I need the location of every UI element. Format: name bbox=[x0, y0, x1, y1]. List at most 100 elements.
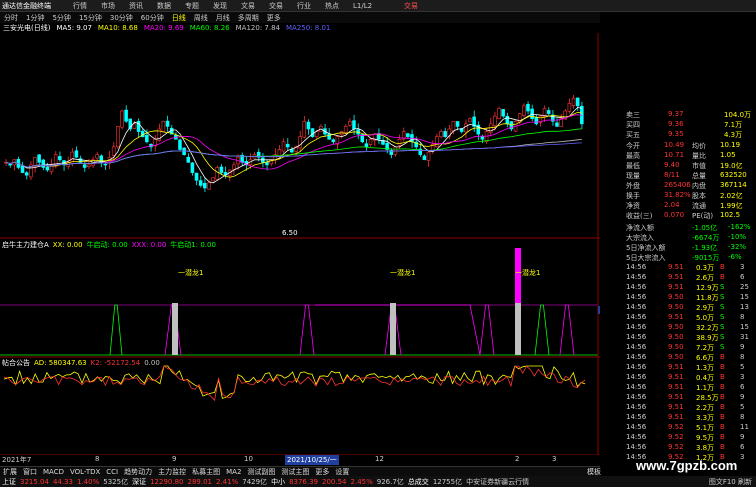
candle-body bbox=[87, 164, 91, 168]
menu-item-industry[interactable]: 行业 bbox=[290, 1, 318, 11]
menu-item-wenyi[interactable]: 文易 bbox=[234, 1, 262, 11]
menu-item-market[interactable]: 市场 bbox=[94, 1, 122, 11]
indicator2-ad2: K2: -52172.54 bbox=[90, 359, 141, 367]
period-1m[interactable]: 1分钟 bbox=[22, 13, 48, 23]
indicator1-panel bbox=[0, 248, 598, 356]
tab-cci[interactable]: CCI bbox=[103, 468, 121, 476]
quote-label: 均价 bbox=[692, 142, 706, 150]
trade-count: 15 bbox=[740, 323, 749, 331]
period-day[interactable]: 日线 bbox=[168, 13, 190, 23]
trade-direction: S bbox=[720, 293, 725, 301]
sz-amount: 7429亿 bbox=[242, 477, 268, 486]
candle-body bbox=[534, 117, 539, 125]
period-fenshi[interactable]: 分时 bbox=[0, 13, 22, 23]
candle-body bbox=[493, 115, 497, 126]
sh-percent: 1.40% bbox=[77, 477, 100, 486]
menu-item-data[interactable]: 数据 bbox=[150, 1, 178, 11]
quote-row: 最低 9.40 市值 19.0亿 bbox=[600, 161, 756, 171]
candle-body bbox=[397, 138, 402, 146]
candle-body bbox=[298, 136, 302, 149]
template-button[interactable]: 模板 bbox=[584, 467, 604, 477]
trade-row: 14:56 9.51 2.6万 B 6 bbox=[600, 273, 756, 283]
trade-count: 3 bbox=[740, 453, 745, 461]
trade-time: 14:56 bbox=[626, 373, 647, 381]
trade-row: 14:56 9.50 6.6万 B 8 bbox=[600, 353, 756, 363]
candle-body bbox=[116, 126, 120, 147]
news-ticker[interactable]: 中安证券新疆云行情 bbox=[464, 477, 531, 487]
tab-vol[interactable]: VOL-TDX bbox=[67, 468, 103, 476]
trade-row: 14:56 9.51 0.3万 B 3 bbox=[600, 263, 756, 273]
date-axis: 2021年7 8 9 10 2021/10/25/一 12 2 3 bbox=[0, 455, 600, 465]
period-30m[interactable]: 30分钟 bbox=[106, 13, 137, 23]
signal-pulse bbox=[109, 304, 123, 356]
tab-macd[interactable]: MACD bbox=[40, 468, 67, 476]
trade-price: 9.51 bbox=[668, 313, 684, 321]
quote-value: 2.04 bbox=[664, 201, 680, 209]
candle-body bbox=[103, 163, 108, 166]
quote-value: 19.0亿 bbox=[720, 162, 743, 170]
menu-item-topic[interactable]: 专题 bbox=[178, 1, 206, 11]
tab-test-main[interactable]: 测试主图 bbox=[278, 467, 312, 477]
signal-tag-2: 一潜龙1 bbox=[390, 269, 416, 277]
trade-price: 9.50 bbox=[668, 353, 684, 361]
menu-item-discover[interactable]: 发现 bbox=[206, 1, 234, 11]
menu-item-hq[interactable]: 行情 bbox=[66, 1, 94, 11]
tab-main-monitor[interactable]: 主力监控 bbox=[155, 467, 189, 477]
trade-volume: 0.4万 bbox=[696, 374, 715, 382]
period-15m[interactable]: 15分钟 bbox=[75, 13, 106, 23]
flow-row: 大宗流入 -6674万 -10% bbox=[600, 233, 756, 243]
period-week[interactable]: 周线 bbox=[190, 13, 212, 23]
trade-row: 14:56 9.51 3.3万 B 8 bbox=[600, 413, 756, 423]
candle-body bbox=[368, 138, 373, 145]
menu-item-news[interactable]: 资讯 bbox=[122, 1, 150, 11]
indicator1-xxx: XXX: 0.00 bbox=[131, 241, 167, 249]
tab-extend[interactable]: 扩展 bbox=[0, 467, 20, 477]
sh-value: 3215.04 bbox=[20, 477, 49, 486]
period-month[interactable]: 月线 bbox=[212, 13, 234, 23]
quote-value: 9.40 bbox=[664, 161, 680, 169]
f10-refresh[interactable]: 图文F10 刷新 bbox=[707, 477, 754, 487]
ma250-label: MA250: 8.01 bbox=[286, 24, 331, 32]
menu-item-hot[interactable]: 热点 bbox=[318, 1, 346, 11]
signal-pulse bbox=[559, 304, 575, 356]
trade-time: 14:56 bbox=[626, 273, 647, 281]
candle-body bbox=[120, 110, 124, 128]
candle-body bbox=[20, 165, 25, 173]
tab-window[interactable]: 窗口 bbox=[20, 467, 40, 477]
indicator2-zero: 0.00 bbox=[144, 359, 160, 367]
flow-label: 净流入额 bbox=[626, 224, 654, 232]
trade-direction: S bbox=[720, 283, 725, 291]
quote-label: 换手 bbox=[626, 192, 640, 200]
tab-trend[interactable]: 趋势动力 bbox=[121, 467, 155, 477]
quote-value: 265406 bbox=[664, 181, 691, 189]
indicator2-name: 帖合公告 bbox=[2, 359, 30, 367]
period-60m[interactable]: 60分钟 bbox=[137, 13, 168, 23]
flow-row: 净流入额 -1.05亿 -162% bbox=[600, 223, 756, 233]
ma60-label: MA60: 8.26 bbox=[189, 24, 230, 32]
menu-item-trade[interactable]: 交易 bbox=[262, 1, 290, 11]
quote-row: 外盘 265406 内盘 367114 bbox=[600, 181, 756, 191]
candle-body bbox=[211, 177, 215, 182]
candle-body bbox=[439, 131, 443, 138]
tab-private-main[interactable]: 私募主图 bbox=[189, 467, 223, 477]
candle-body bbox=[364, 143, 369, 148]
date-label: 2 bbox=[515, 455, 520, 463]
tab-settings[interactable]: 设置 bbox=[332, 467, 352, 477]
period-more[interactable]: 更多 bbox=[263, 13, 285, 23]
tab-more[interactable]: 更多 bbox=[312, 467, 332, 477]
trade-link[interactable]: 交易 bbox=[404, 1, 418, 11]
quote-label: 外盘 bbox=[626, 182, 640, 190]
trade-row: 14:56 9.51 28.5万 B 9 bbox=[600, 393, 756, 403]
tab-ma2[interactable]: MA2 bbox=[223, 468, 244, 476]
tab-test-sub[interactable]: 测试副图 bbox=[244, 467, 278, 477]
trade-volume: 2.6万 bbox=[696, 274, 715, 282]
candle-body bbox=[45, 166, 50, 171]
trade-direction: S bbox=[720, 303, 725, 311]
ask-price: 9.37 bbox=[668, 110, 684, 118]
menu-item-level[interactable]: L1/L2 bbox=[346, 2, 379, 10]
candle-body bbox=[203, 182, 207, 189]
period-multi[interactable]: 多周期 bbox=[234, 13, 263, 23]
trade-row: 14:56 9.51 12.9万 S 25 bbox=[600, 283, 756, 293]
period-5m[interactable]: 5分钟 bbox=[48, 13, 74, 23]
trade-time: 14:56 bbox=[626, 363, 647, 371]
